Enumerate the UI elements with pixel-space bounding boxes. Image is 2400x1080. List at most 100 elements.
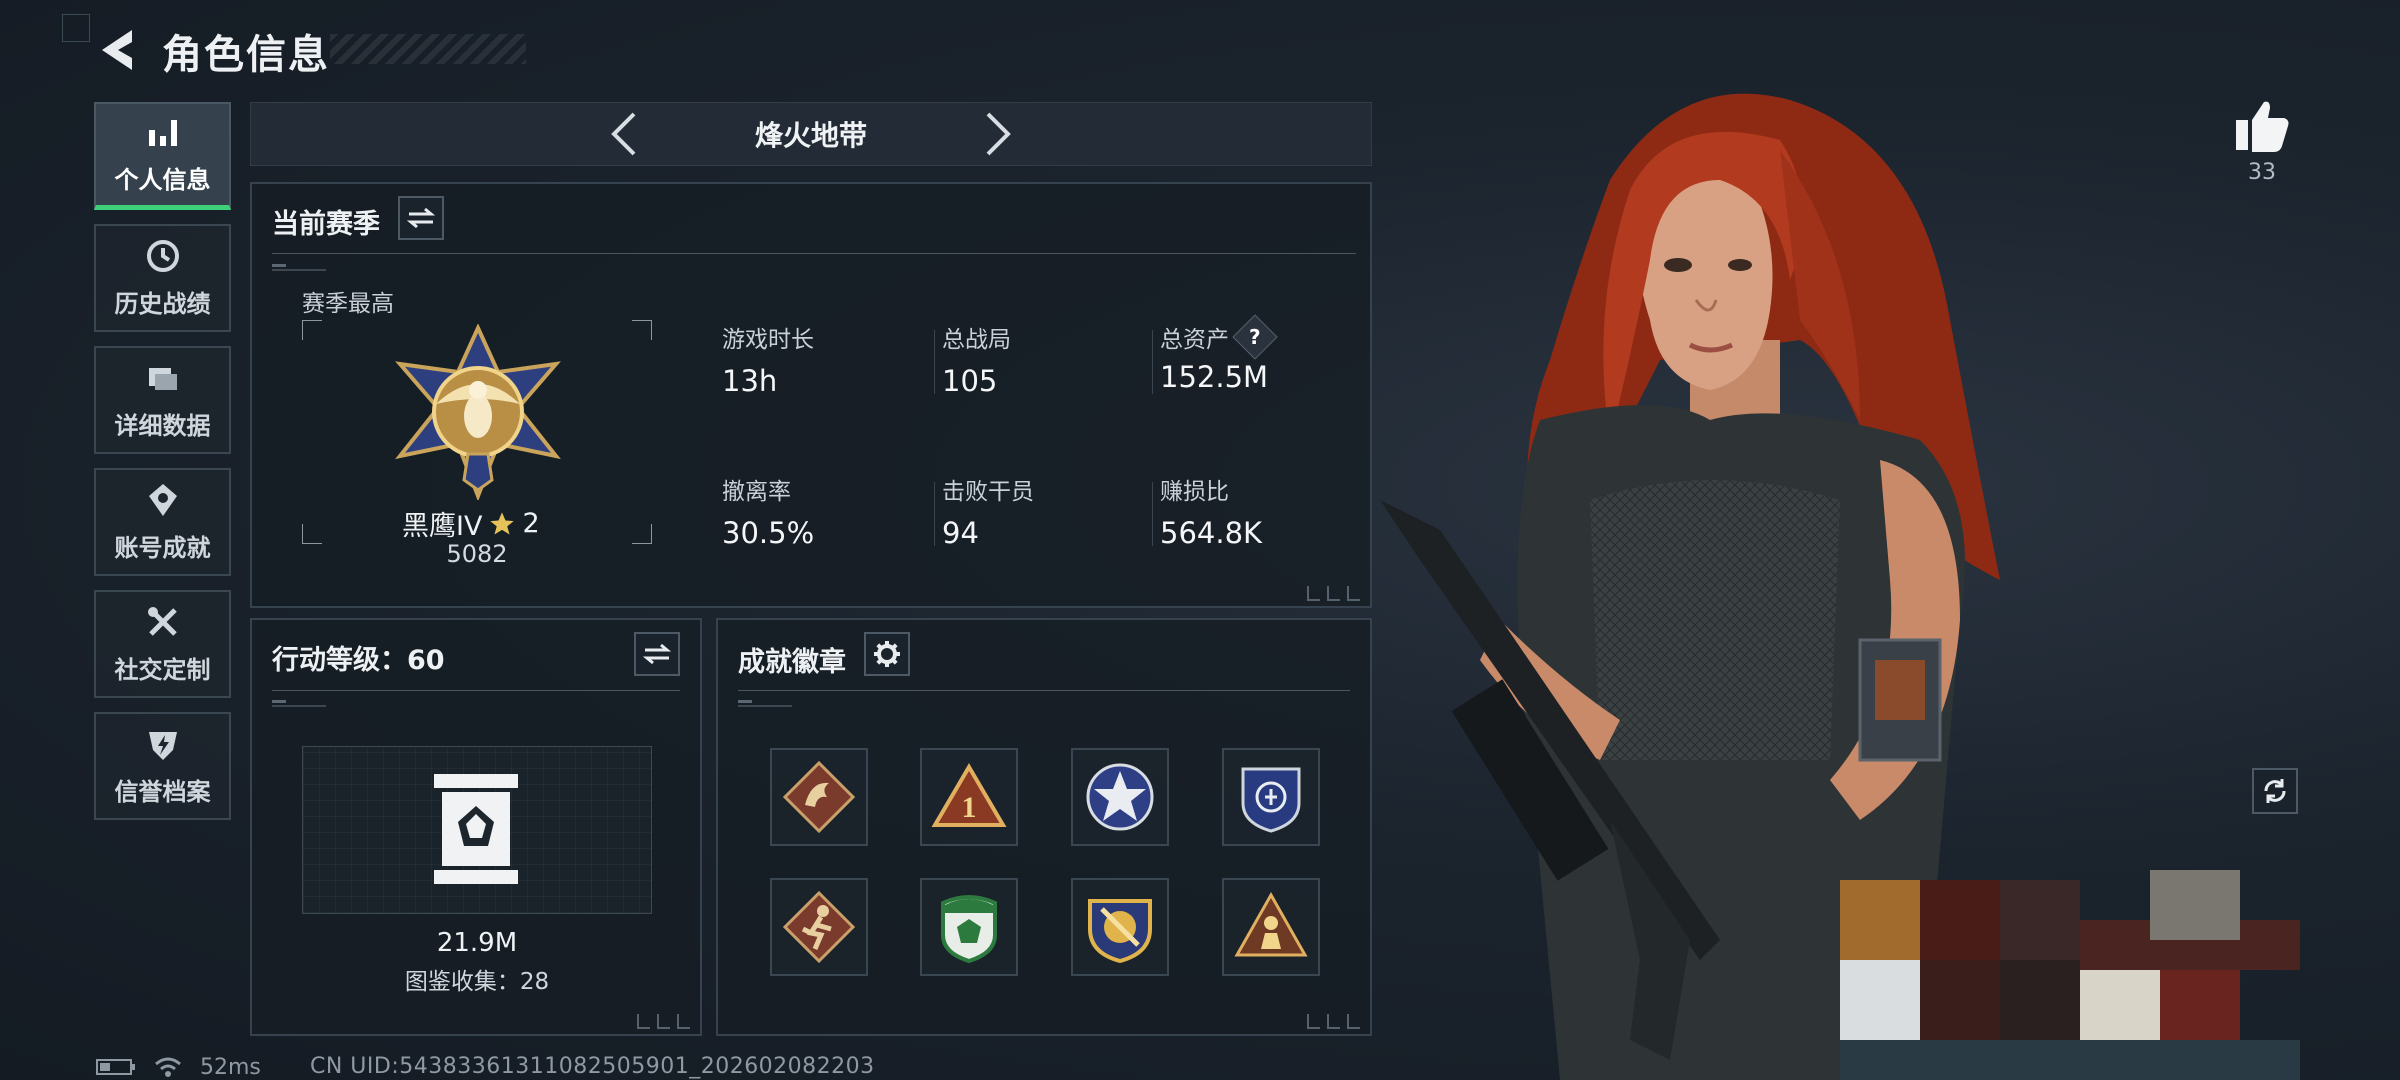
swap-arrows-icon bbox=[407, 207, 435, 229]
sidebar-item-label: 社交定制 bbox=[114, 655, 211, 684]
thumbs-up-icon bbox=[2236, 101, 2289, 152]
collection-count: 图鉴收集：28 bbox=[404, 969, 550, 995]
badge-slot[interactable] bbox=[1071, 748, 1169, 846]
gear-icon bbox=[874, 641, 900, 667]
action-level-value: 21.9M bbox=[436, 928, 518, 958]
soldier-triangle-icon bbox=[1234, 891, 1308, 957]
stat-label: 击败干员 bbox=[942, 479, 1034, 505]
uid-text: CN UID:54383361311082505901_202602082203 bbox=[310, 1054, 875, 1079]
stat-value: 152.5M bbox=[1160, 360, 1269, 394]
like-button[interactable] bbox=[2230, 96, 2294, 156]
dragon-badge-icon bbox=[782, 760, 856, 834]
badge-slot[interactable] bbox=[770, 878, 868, 976]
stat-value: 105 bbox=[942, 364, 998, 398]
stat-operators-defeated: 击败干员 94 bbox=[942, 472, 1034, 550]
deco-lines bbox=[272, 264, 326, 272]
sidebar-item-label: 详细数据 bbox=[114, 411, 211, 440]
season-title: 当前赛季 bbox=[272, 209, 380, 240]
mode-prev-button[interactable] bbox=[600, 108, 650, 160]
rank-line: 黑鹰IV 2 bbox=[402, 504, 562, 543]
page-title: 角色信息 bbox=[162, 32, 330, 78]
stat-value: 30.5% bbox=[722, 516, 815, 550]
badge-slot[interactable] bbox=[1071, 878, 1169, 976]
sidebar-item-social-custom[interactable]: 社交定制 bbox=[94, 590, 231, 698]
swap-arrows-icon bbox=[643, 643, 671, 665]
stat-label: 撤离率 bbox=[722, 479, 791, 505]
help-button[interactable]: ? bbox=[1232, 314, 1278, 360]
stat-total-assets: 总资产 ? 152.5M bbox=[1160, 314, 1278, 394]
refresh-button[interactable] bbox=[2252, 768, 2298, 814]
deco-lines bbox=[738, 700, 792, 708]
svg-text:1: 1 bbox=[962, 791, 977, 824]
sidebar-item-personal-info[interactable]: 个人信息 bbox=[94, 102, 231, 210]
help-icon: ? bbox=[1249, 324, 1261, 349]
status-bar: 52ms bbox=[96, 1054, 261, 1080]
season-divider bbox=[272, 253, 1356, 254]
badge-slot[interactable] bbox=[920, 878, 1018, 976]
stat-label: 总资产 bbox=[1160, 327, 1229, 353]
refresh-icon bbox=[2264, 779, 2286, 803]
stat-value: 13h bbox=[722, 364, 778, 398]
stat-separator bbox=[1152, 482, 1153, 546]
stat-label: 赚损比 bbox=[1160, 479, 1229, 505]
pixelated-overlay bbox=[1840, 870, 2300, 1080]
star-icon bbox=[490, 511, 515, 534]
stat-label: 总战局 bbox=[942, 327, 1011, 353]
rank-score: 5082 bbox=[446, 540, 508, 568]
stat-total-matches: 总战局 105 bbox=[942, 320, 1011, 398]
stat-play-time: 游戏时长 13h bbox=[722, 320, 814, 398]
tools-icon bbox=[147, 606, 177, 636]
achievements-title: 成就徽章 bbox=[738, 647, 846, 678]
sidebar-item-history[interactable]: 历史战绩 bbox=[94, 224, 231, 332]
green-shield-badge-icon bbox=[941, 895, 997, 964]
sidebar-item-detailed-data[interactable]: 详细数据 bbox=[94, 346, 231, 454]
wifi-icon bbox=[155, 1057, 181, 1077]
badge-slot[interactable] bbox=[1222, 748, 1320, 846]
clock-history-icon bbox=[146, 239, 179, 272]
badge-slot[interactable] bbox=[770, 748, 868, 846]
title-decoration bbox=[330, 34, 526, 64]
corner-decoration bbox=[62, 14, 90, 42]
stat-separator bbox=[934, 482, 935, 546]
achievements-settings-button[interactable] bbox=[864, 632, 910, 676]
gold-crest-badge-icon bbox=[1088, 899, 1152, 964]
rank-name: 黑鹰IV bbox=[402, 511, 483, 542]
shield-emblem-icon bbox=[1241, 767, 1301, 833]
sidebar-item-account-achievements[interactable]: 账号成就 bbox=[94, 468, 231, 576]
chevron-right-icon bbox=[986, 112, 1011, 156]
rank-one-triangle-icon: 1 bbox=[931, 763, 1007, 827]
stat-profit-loss-ratio: 赚损比 564.8K bbox=[1160, 472, 1262, 550]
season-best-label: 赛季最高 bbox=[302, 291, 394, 317]
star-circle-badge-icon bbox=[1086, 763, 1154, 831]
back-arrow-icon bbox=[102, 30, 132, 70]
deco-lines bbox=[272, 700, 326, 708]
chevron-left-icon bbox=[611, 112, 636, 156]
achievements-divider bbox=[738, 690, 1350, 691]
like-count: 33 bbox=[2248, 160, 2276, 185]
mode-next-button[interactable] bbox=[972, 108, 1022, 160]
action-level-title: 行动等级：60 bbox=[272, 645, 445, 676]
stat-value: 564.8K bbox=[1160, 516, 1263, 550]
action-level-switch-button[interactable] bbox=[634, 632, 680, 676]
sidebar-item-reputation[interactable]: 信誉档案 bbox=[94, 712, 231, 820]
sidebar-item-label: 个人信息 bbox=[114, 166, 211, 194]
sidebar-item-label: 账号成就 bbox=[114, 533, 211, 562]
back-button[interactable] bbox=[92, 22, 152, 78]
sidebar-item-label: 历史战绩 bbox=[114, 289, 211, 318]
season-switch-button[interactable] bbox=[398, 196, 444, 240]
stat-label: 游戏时长 bbox=[722, 327, 814, 353]
stat-separator bbox=[934, 330, 935, 394]
mode-title: 烽火地带 bbox=[754, 119, 867, 152]
ping-value: 52ms bbox=[200, 1054, 261, 1080]
stat-separator bbox=[1152, 330, 1153, 394]
corner-marks bbox=[1307, 586, 1360, 601]
achievement-emblem-icon bbox=[148, 483, 177, 516]
stat-value: 94 bbox=[942, 516, 979, 550]
corner-marks bbox=[1307, 1014, 1360, 1029]
action-level-divider bbox=[272, 690, 680, 691]
sidebar-item-label: 信誉档案 bbox=[114, 777, 211, 806]
rank-stars: 2 bbox=[522, 508, 540, 539]
badge-slot[interactable] bbox=[1222, 878, 1320, 976]
stat-extract-rate: 撤离率 30.5% bbox=[722, 472, 814, 550]
badge-slot[interactable]: 1 bbox=[920, 748, 1018, 846]
